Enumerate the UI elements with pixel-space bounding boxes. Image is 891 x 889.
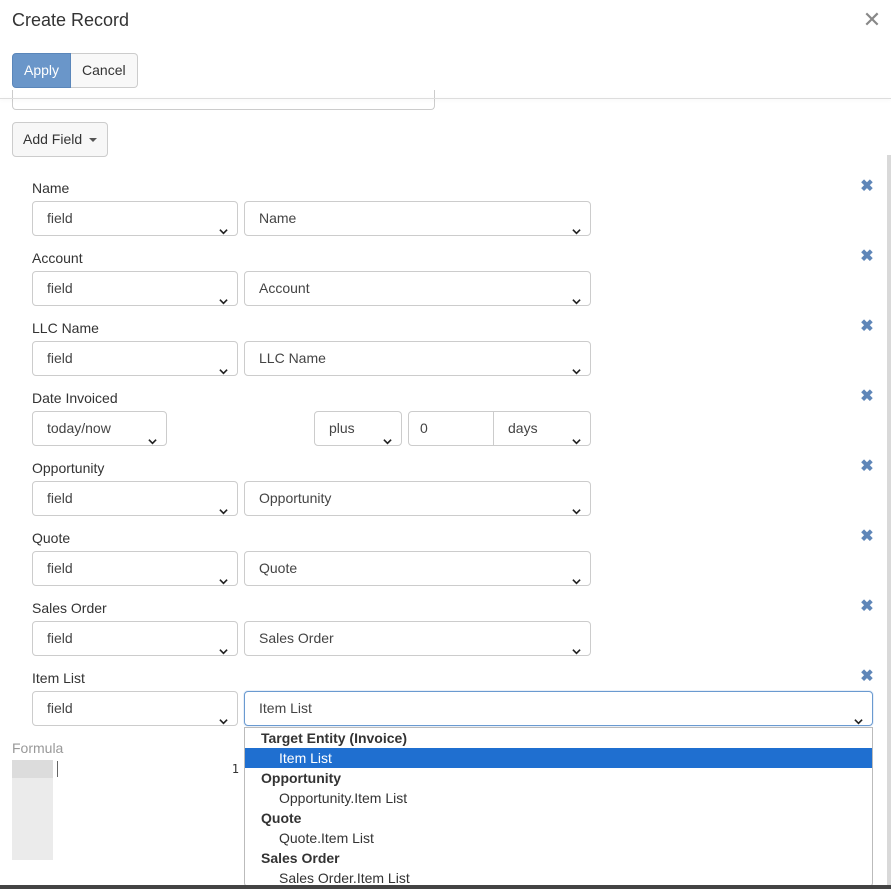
date-amount-input[interactable]: 0 [408,411,494,446]
chevron-down-icon [854,705,863,725]
field-value-select-quote[interactable]: Quote [244,551,591,586]
field-type-select[interactable]: field [32,271,238,306]
chevron-down-icon [572,355,581,375]
field-label-quote: Quote [32,530,71,546]
chevron-down-icon [572,425,581,445]
field-value-select-quote-value: Quote [259,560,298,576]
dropdown-group-label: Opportunity [261,770,342,786]
close-icon[interactable]: ✕ [861,8,883,32]
date-source-select[interactable]: today/now [32,411,167,446]
apply-button[interactable]: Apply [12,53,72,88]
dropdown-group-label: Target Entity (Invoice) [261,730,407,746]
field-value-select-name-value: Name [259,210,297,226]
field-type-select-value: field [47,280,73,296]
scrolled-field-stub [12,90,435,110]
remove-field-icon[interactable]: ✖ [860,319,874,335]
chevron-down-icon [219,355,228,375]
field-label-account: Account [32,250,83,266]
chevron-down-icon [572,495,581,515]
field-value-select-llc-name-value: LLC Name [259,350,326,366]
action-buttons: Apply Cancel [12,53,138,88]
dropdown-group-label: Sales Order [261,850,340,866]
field-type-select-value: field [47,560,73,576]
date-shift-select[interactable]: plus [314,411,402,446]
remove-field-icon[interactable]: ✖ [860,669,874,685]
chevron-down-icon [219,215,228,235]
modal-header: Create Record ✕ [0,0,891,42]
chevron-down-icon [383,425,392,445]
cancel-button[interactable]: Cancel [71,53,138,88]
field-type-select[interactable]: field [32,481,238,516]
field-label-opportunity: Opportunity [32,460,105,476]
add-field-button[interactable]: Add Field [12,122,109,157]
field-type-select[interactable]: field [32,621,238,656]
modal-title: Create Record [12,10,130,30]
chevron-down-icon [148,425,157,445]
field-value-select-account-value: Account [259,280,310,296]
dropdown-group-label: Quote [261,810,302,826]
header-divider [0,98,891,99]
field-label-llc-name: LLC Name [32,320,99,336]
chevron-down-icon [219,495,228,515]
field-label-date-invoiced: Date Invoiced [32,390,118,406]
remove-field-icon[interactable]: ✖ [860,529,874,545]
field-value-select-name[interactable]: Name [244,201,591,236]
caret-down-icon [89,138,98,143]
field-value-select-opportunity[interactable]: Opportunity [244,481,591,516]
item-list-dropdown[interactable]: Target Entity (Invoice) Item List Opportun… [244,727,873,887]
field-value-select-sales-order-value: Sales Order [259,630,334,646]
field-type-select-value: field [47,210,73,226]
field-label-sales-order: Sales Order [32,600,107,616]
field-value-select-item-list[interactable]: Item List [244,691,873,726]
field-type-select-value: field [47,700,73,716]
date-unit-select[interactable]: days [493,411,591,446]
field-type-select[interactable]: field [32,551,238,586]
field-type-select-value: field [47,490,73,506]
bottom-edge [0,885,891,889]
chevron-down-icon [572,215,581,235]
remove-field-icon[interactable]: ✖ [860,459,874,475]
field-type-select-value: field [47,350,73,366]
field-value-select-llc-name[interactable]: LLC Name [244,341,591,376]
field-type-select-value: field [47,630,73,646]
editor-active-line [12,760,53,778]
formula-label: Formula [12,740,64,756]
chevron-down-icon [572,565,581,585]
formula-editor[interactable]: 1 [12,760,252,860]
dropdown-option[interactable]: Item List [245,748,872,768]
line-number: 1 [231,762,239,776]
remove-field-icon[interactable]: ✖ [860,179,874,195]
field-type-select[interactable]: field [32,341,238,376]
chevron-down-icon [572,635,581,655]
field-value-select-opportunity-value: Opportunity [259,490,332,506]
dropdown-option[interactable]: Opportunity.Item List [245,788,872,808]
chevron-down-icon [572,285,581,305]
field-label-name: Name [32,180,70,196]
remove-field-icon[interactable]: ✖ [860,599,874,615]
dropdown-option[interactable]: Quote.Item List [245,828,872,848]
editor-cursor [57,761,58,777]
field-type-select[interactable]: field [32,201,238,236]
add-field-label: Add Field [23,131,83,147]
field-label-item-list: Item List [32,670,85,686]
date-source-select-value: today/now [47,420,111,436]
field-value-select-sales-order[interactable]: Sales Order [244,621,591,656]
field-value-select-account[interactable]: Account [244,271,591,306]
chevron-down-icon [219,565,228,585]
chevron-down-icon [219,285,228,305]
remove-field-icon[interactable]: ✖ [860,249,874,265]
field-type-select[interactable]: field [32,691,238,726]
chevron-down-icon [219,635,228,655]
remove-field-icon[interactable]: ✖ [860,389,874,405]
field-value-select-item-list-value: Item List [259,700,312,716]
date-unit-select-value: days [508,420,538,436]
chevron-down-icon [219,705,228,725]
date-shift-select-value: plus [329,420,355,436]
scrollbar[interactable] [887,155,891,885]
